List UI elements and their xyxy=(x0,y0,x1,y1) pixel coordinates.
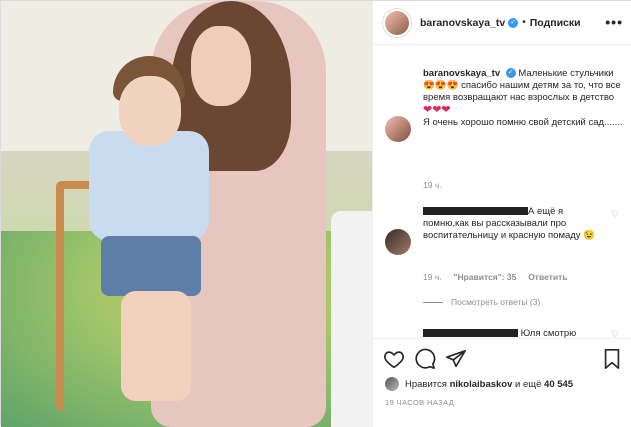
see-replies-button[interactable]: Посмотреть ответы (3) xyxy=(423,297,540,307)
post-header: baranovskaya_tv ✓ • Подписки ••• xyxy=(373,1,631,45)
post-frame: baranovskaya_tv ✓ • Подписки ••• baranov… xyxy=(0,0,631,427)
caption-hearts: ❤❤❤ xyxy=(423,104,451,116)
comment-1-time: 19 ч. xyxy=(423,272,442,282)
photo-woman-face xyxy=(191,26,251,106)
caption-username[interactable]: baranovskaya_tv xyxy=(423,68,500,79)
replies-line xyxy=(423,302,443,304)
redacted-username xyxy=(423,207,528,216)
redacted-username xyxy=(423,329,518,338)
photo-boy-face xyxy=(119,76,181,146)
likes-suffix: и ещё xyxy=(515,378,542,390)
likes-count[interactable]: 40 545 xyxy=(544,379,573,390)
caption-avatar[interactable] xyxy=(385,116,411,142)
liker-avatar xyxy=(385,377,399,391)
post-side-panel: baranovskaya_tv ✓ • Подписки ••• baranov… xyxy=(372,1,631,427)
photo-boy-legs xyxy=(121,291,191,401)
caption-text: baranovskaya_tv ✓ Маленькие стульчики 😍😍… xyxy=(423,68,623,129)
see-replies-label: Посмотреть ответы (3) xyxy=(451,297,541,307)
more-options-icon[interactable]: ••• xyxy=(605,14,623,30)
comment-bubble-icon[interactable] xyxy=(414,348,436,370)
bookmark-icon[interactable] xyxy=(601,348,623,370)
comment-2-body: Юля смотрю xyxy=(520,328,577,338)
follow-button[interactable]: Подписки xyxy=(530,17,581,29)
photo-boy-shirt xyxy=(89,131,209,241)
caption-text-3: Я очень хорошо помню свой детский сад...… xyxy=(423,117,623,128)
comment-1-likes[interactable]: "Нравится": 35 xyxy=(453,272,516,282)
header-username[interactable]: baranovskaya_tv xyxy=(420,17,505,29)
verified-badge-icon: ✓ xyxy=(508,17,519,28)
post-timestamp: 19 ЧАСОВ НАЗАД xyxy=(385,398,455,407)
photo-boy-jeans xyxy=(101,236,201,296)
comment-1-meta: 19 ч. "Нравится": 35 Ответить xyxy=(423,272,567,282)
caption-time: 19 ч. xyxy=(423,180,442,190)
comments-list[interactable]: baranovskaya_tv ✓ Маленькие стульчики 😍😍… xyxy=(373,46,631,338)
liker-username[interactable]: nikolaibaskov xyxy=(450,379,513,390)
header-separator: • xyxy=(522,17,526,28)
likes-prefix: Нравится xyxy=(405,378,447,390)
post-photo[interactable] xyxy=(1,1,372,427)
caption-text-1: Маленькие стульчики xyxy=(518,68,614,79)
like-heart-icon[interactable] xyxy=(383,348,405,370)
comment-1-text: А ещё я помню,как вы рассказывали про во… xyxy=(423,206,598,242)
photo-other-child xyxy=(331,211,372,427)
comment-avatar[interactable] xyxy=(385,229,411,255)
reply-button[interactable]: Ответить xyxy=(528,272,567,282)
comment-like-icon[interactable]: ♡ xyxy=(611,209,619,220)
caption-emojis: 😍😍😍 xyxy=(423,80,459,91)
comment-like-icon[interactable]: ♡ xyxy=(611,329,619,338)
action-bar xyxy=(373,338,631,378)
comment-1-emoji: 😉 xyxy=(583,230,596,241)
comment-2-text: Юля смотрю xyxy=(423,328,623,338)
profile-avatar[interactable] xyxy=(383,8,411,37)
verified-badge-icon: ✓ xyxy=(505,68,516,79)
share-icon[interactable] xyxy=(445,348,467,370)
likes-summary[interactable]: Нравится nikolaibaskov и ещё 40 545 xyxy=(385,377,573,391)
